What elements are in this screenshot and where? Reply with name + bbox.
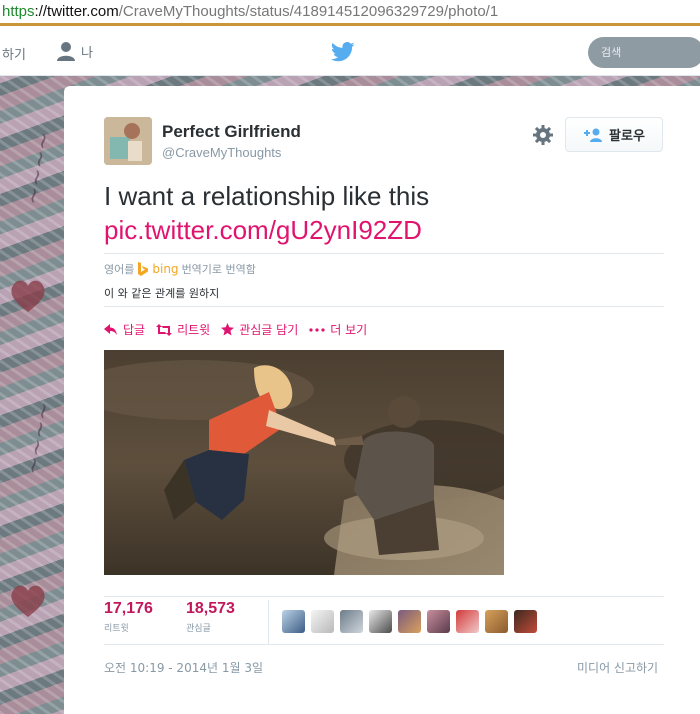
reply-label: 답글 (123, 323, 146, 337)
tweet-text: I want a relationship like this (104, 181, 430, 211)
favorite-count: 18,573 (186, 600, 235, 617)
more-button[interactable]: 더 보기 (309, 321, 367, 338)
divider (104, 596, 664, 597)
tweet-photo[interactable] (104, 350, 504, 575)
user-icon (57, 42, 75, 61)
more-label: 더 보기 (330, 323, 368, 337)
address-bar[interactable]: https://twitter.com/CraveMyThoughts/stat… (0, 0, 700, 26)
translate-provider: bing (152, 262, 179, 276)
tweet-actions: 답글 리트윗 관심글 담기 더 보기 (104, 321, 367, 338)
retweet-button[interactable]: 리트윗 (156, 321, 210, 338)
tweet-card: Perfect Girlfriend @CraveMyThoughts 팔로우 … (64, 86, 700, 714)
stats-separator (268, 600, 269, 644)
favoriter-avatar[interactable] (282, 610, 305, 633)
avatar[interactable] (104, 117, 152, 165)
reply-button[interactable]: 답글 (104, 321, 145, 338)
favoriter-avatar[interactable] (514, 610, 537, 633)
nav-me-label: 나 (81, 45, 93, 61)
scrawl-decoration: ~~~~ (20, 400, 58, 477)
author-username[interactable]: @CraveMyThoughts (162, 145, 281, 160)
retweet-count: 17,176 (104, 600, 153, 617)
tweet-timestamp[interactable]: 오전 10:19 - 2014년 1월 3일 (104, 659, 263, 676)
retweet-count-label: 리트윗 (104, 624, 129, 634)
report-media-link[interactable]: 미디어 신고하기 (577, 659, 658, 676)
url-host: ://twitter.com (34, 3, 119, 20)
translate-prefix: 영어를 (104, 263, 135, 276)
top-nav: 하기 나 검색 (0, 29, 700, 76)
favorite-stat[interactable]: 18,573 관심글 (186, 600, 235, 634)
heart-decoration (11, 585, 45, 617)
favorite-label: 관심글 담기 (239, 323, 299, 337)
twitter-bird-icon[interactable] (331, 42, 355, 62)
tweet-stats: 17,176 리트윗 18,573 관심글 (104, 600, 664, 646)
favoriter-avatar[interactable] (485, 610, 508, 633)
retweet-label: 리트윗 (177, 323, 211, 337)
follow-label: 팔로우 (609, 129, 645, 144)
tweet-media-link[interactable]: pic.twitter.com/gU2ynI92ZD (104, 214, 422, 246)
avatar-image (104, 117, 152, 165)
search-input[interactable]: 검색 (588, 37, 700, 68)
favorite-button[interactable]: 관심글 담기 (221, 321, 298, 338)
favoriter-avatar[interactable] (427, 610, 450, 633)
follow-button[interactable]: 팔로우 (565, 117, 663, 152)
gear-icon[interactable] (532, 124, 554, 146)
favoriter-avatar[interactable] (340, 610, 363, 633)
retweet-icon (156, 323, 173, 336)
favoriter-avatar[interactable] (369, 610, 392, 633)
reply-icon (104, 323, 117, 335)
divider (104, 644, 664, 645)
favorite-count-label: 관심글 (186, 624, 211, 634)
nav-home-link[interactable]: 하기 (2, 44, 26, 63)
favoriter-avatars (282, 610, 537, 633)
retweet-stat[interactable]: 17,176 리트윗 (104, 600, 153, 634)
follow-user-icon (584, 128, 603, 142)
translate-suffix: 번역기로 번역함 (181, 263, 256, 276)
divider (104, 306, 664, 307)
favoriter-avatar[interactable] (311, 610, 334, 633)
heart-decoration (11, 280, 45, 312)
translated-text: 이 와 같은 관계를 원하지 (104, 287, 220, 300)
nav-me-link[interactable]: 나 (56, 41, 93, 61)
author-fullname[interactable]: Perfect Girlfriend (162, 122, 301, 142)
more-icon (309, 327, 325, 332)
scrawl-decoration: ~~~~ (20, 130, 58, 207)
star-icon (221, 323, 235, 336)
url-scheme: https (2, 3, 35, 20)
translation-attribution: 영어를 bing 번역기로 번역함 (104, 261, 256, 277)
divider (104, 253, 664, 254)
bing-logo-icon (138, 261, 149, 276)
url-path: /CraveMyThoughts/status/4189145120963297… (118, 3, 499, 20)
favoriter-avatar[interactable] (398, 610, 421, 633)
search-placeholder: 검색 (601, 46, 622, 59)
favoriter-avatar[interactable] (456, 610, 479, 633)
